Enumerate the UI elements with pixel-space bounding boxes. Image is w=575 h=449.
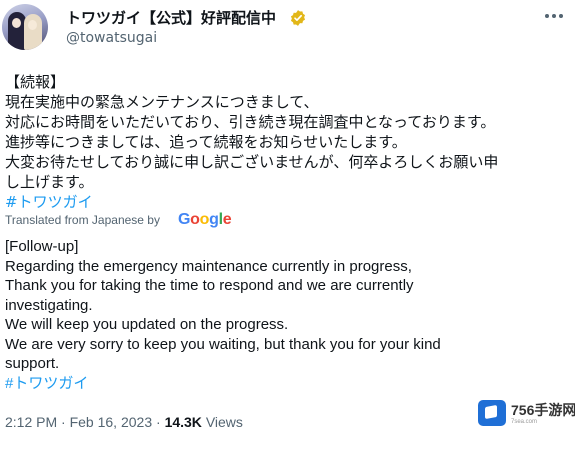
more-dot	[552, 14, 556, 18]
translated-line: support.	[5, 355, 60, 372]
tweet-time[interactable]: 2:12 PM	[5, 414, 57, 430]
avatar-face-right	[28, 20, 37, 30]
translated-line: We are very sorry to keep you waiting, b…	[5, 335, 441, 353]
translated-line: investigating.	[5, 296, 93, 314]
meta-separator: ·	[156, 414, 161, 430]
tweet-line: 【続報】	[5, 73, 66, 91]
meta-separator: ·	[61, 414, 66, 430]
google-logo[interactable]: Google	[178, 211, 232, 229]
hashtag-link[interactable]: #トワツガイ	[5, 192, 570, 212]
watermark-text: 756手游网	[511, 402, 575, 418]
watermark-logo-icon	[478, 400, 506, 426]
tweet-line: 大変お待たせしており誠に申し訳ございませんが、何卒よろしくお願い申	[5, 153, 499, 171]
more-dot	[559, 14, 563, 18]
tweet-meta: 2:12 PM · Feb 16, 2023 · 14.3K Views	[5, 414, 243, 430]
translated-line: Regarding the emergency maintenance curr…	[5, 257, 412, 275]
more-options-icon[interactable]	[543, 8, 565, 24]
translated-line: We will keep you updated on the progress…	[5, 316, 289, 333]
tweet-line: 現在実施中の緊急メンテナンスにつきまして、	[5, 93, 319, 111]
handle[interactable]: @towatsugai	[66, 30, 157, 46]
tweet-text-japanese: 【続報】 現在実施中の緊急メンテナンスにつきまして、 対応にお時間をいただいてお…	[5, 72, 570, 212]
watermark: 756手游网 7sea.com	[478, 399, 575, 433]
tweet-line: し上げます。	[5, 173, 94, 191]
watermark-subtext: 7sea.com	[511, 419, 538, 425]
avatar-face-left	[12, 18, 21, 28]
views-label: Views	[205, 414, 243, 430]
tweet-text-english: [Follow-up] Regarding the emergency main…	[5, 237, 570, 393]
display-name[interactable]: トワツガイ【公式】好評配信中	[66, 7, 276, 28]
hashtag-link[interactable]: #トワツガイ	[5, 374, 570, 394]
tweet-line: 進捗等につきましては、追って続報をお知らせいたします。	[5, 133, 407, 151]
more-dot	[545, 14, 549, 18]
translated-line: Thank you for taking the time to respond…	[5, 277, 414, 294]
avatar[interactable]	[2, 4, 48, 50]
translated-label: Translated from Japanese by	[5, 213, 160, 227]
views-count: 14.3K	[164, 414, 202, 430]
tweet-date[interactable]: Feb 16, 2023	[70, 414, 153, 430]
verified-badge-icon	[290, 10, 306, 26]
translated-line: [Follow-up]	[5, 238, 79, 255]
tweet-line: 対応にお時間をいただいており、引き続き現在調査中となっております。	[5, 113, 496, 131]
